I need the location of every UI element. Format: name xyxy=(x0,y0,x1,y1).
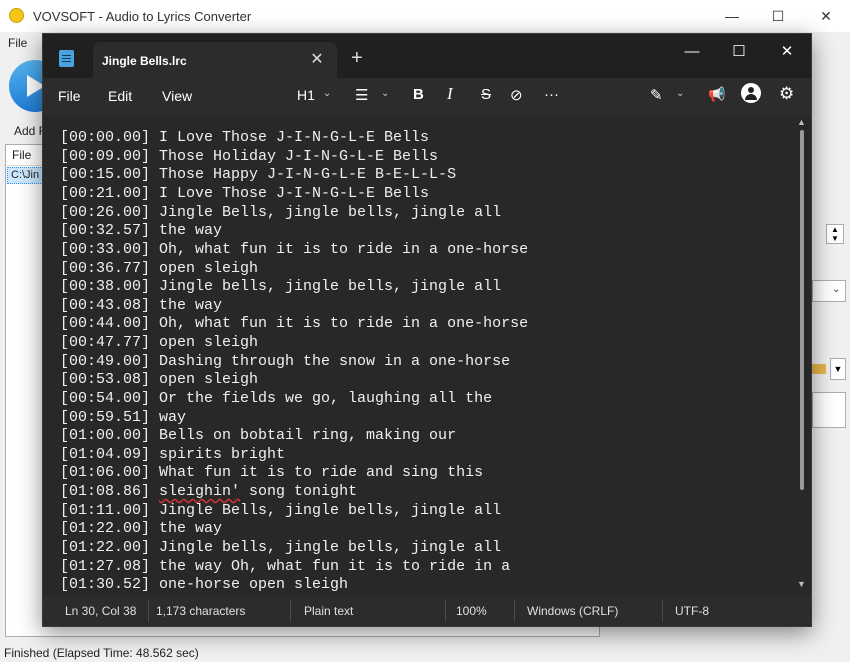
line-text: song tonight xyxy=(240,483,358,500)
status-divider xyxy=(290,600,291,622)
text-line: [00:26.00] Jingle Bells, jingle bells, j… xyxy=(60,204,502,221)
text-line: [01:22.00] the way xyxy=(60,520,223,537)
copilot-icon[interactable]: ✎ xyxy=(650,86,663,104)
text-line: [00:59.51] way xyxy=(60,409,187,426)
text-line: [01:27.08] the way Oh, what fun it is to… xyxy=(60,558,511,575)
minimize-button[interactable]: — xyxy=(669,38,715,66)
misspelled-word[interactable]: sleighin' xyxy=(159,483,240,500)
folder-icon[interactable] xyxy=(812,364,826,374)
format-indicator[interactable]: Plain text xyxy=(304,604,353,618)
text-line: [01:08.86] sleighin' song tonight xyxy=(60,483,357,500)
list-icon[interactable]: ☰ xyxy=(355,86,368,104)
menu-view[interactable]: View xyxy=(162,88,192,104)
status-divider xyxy=(662,600,663,622)
output-box xyxy=(812,392,846,428)
text-line: [00:32.57] the way xyxy=(60,222,223,239)
text-line: [00:54.00] Or the fields we go, laughing… xyxy=(60,390,493,407)
account-icon[interactable] xyxy=(741,83,761,103)
folder-dropdown-button[interactable]: ▼ xyxy=(830,358,846,380)
cursor-position[interactable]: Ln 30, Col 38 xyxy=(65,604,136,618)
text-line: [00:53.08] open sleigh xyxy=(60,371,259,388)
text-line: [01:22.00] Jingle bells, jingle bells, j… xyxy=(60,539,502,556)
chevron-down-icon[interactable]: ⌄ xyxy=(381,88,389,99)
scrollbar-thumb[interactable] xyxy=(800,130,804,490)
chevron-down-icon[interactable]: ⌄ xyxy=(676,88,684,99)
status-divider xyxy=(148,600,149,622)
text-line: [01:06.00] What fun it is to ride and si… xyxy=(60,464,484,481)
dropdown-select[interactable] xyxy=(812,280,846,302)
feedback-icon[interactable]: 📢 xyxy=(708,86,725,103)
more-options-icon[interactable]: ··· xyxy=(544,86,559,103)
tab-close-icon[interactable]: ✕ xyxy=(307,49,327,69)
text-line: [00:09.00] Those Holiday J-I-N-G-L-E Bel… xyxy=(60,148,439,165)
text-line: [00:15.00] Those Happy J-I-N-G-L-E B-E-L… xyxy=(60,166,457,183)
scroll-up-icon[interactable]: ▲ xyxy=(797,117,806,127)
file-column-header[interactable]: File xyxy=(12,148,31,162)
text-line: [00:49.00] Dashing through the snow in a… xyxy=(60,353,511,370)
notepad-icon xyxy=(59,50,74,67)
spinner-control[interactable]: ▲ ▼ xyxy=(826,224,844,244)
chevron-down-icon: ⌄ xyxy=(832,284,841,295)
text-line: [01:00.00] Bells on bobtail ring, making… xyxy=(60,427,457,444)
text-line: [00:43.08] the way xyxy=(60,297,223,314)
document-tab[interactable]: Jingle Bells.lrc ✕ xyxy=(93,42,337,78)
encoding[interactable]: UTF-8 xyxy=(675,604,709,618)
link-icon[interactable]: ⊘ xyxy=(510,86,523,104)
settings-icon[interactable]: ⚙ xyxy=(779,84,794,104)
chevron-down-icon[interactable]: ⌄ xyxy=(323,88,331,99)
app-logo-icon xyxy=(9,8,24,23)
maximize-button[interactable]: ☐ xyxy=(716,38,762,66)
bg-menu-file[interactable]: File xyxy=(8,36,27,50)
text-line: [00:44.00] Oh, what fun it is to ride in… xyxy=(60,315,529,332)
text-line: [01:11.00] Jingle Bells, jingle bells, j… xyxy=(60,502,502,519)
bg-close-button[interactable]: ✕ xyxy=(803,0,849,32)
text-line: [00:33.00] Oh, what fun it is to ride in… xyxy=(60,241,529,258)
character-count: 1,173 characters xyxy=(156,604,246,618)
strikethrough-button[interactable]: S xyxy=(481,86,491,103)
text-line: [00:38.00] Jingle bells, jingle bells, j… xyxy=(60,278,502,295)
status-divider xyxy=(445,600,446,622)
timestamp: [01:08.86] xyxy=(60,483,160,500)
tab-title: Jingle Bells.lrc xyxy=(102,54,187,68)
menu-file[interactable]: File xyxy=(58,88,81,104)
status-divider xyxy=(514,600,515,622)
line-ending[interactable]: Windows (CRLF) xyxy=(527,604,618,618)
close-button[interactable]: ✕ xyxy=(764,38,810,66)
status-text: Finished (Elapsed Time: 48.562 sec) xyxy=(4,646,199,660)
heading-button[interactable]: H1 xyxy=(297,87,315,103)
menu-edit[interactable]: Edit xyxy=(108,88,132,104)
new-tab-button[interactable]: + xyxy=(351,48,363,68)
file-list-row[interactable]: C:\Jin xyxy=(7,167,43,184)
bg-minimize-button[interactable]: — xyxy=(709,0,755,32)
zoom-level[interactable]: 100% xyxy=(456,604,487,618)
text-line: [00:00.00] I Love Those J-I-N-G-L-E Bell… xyxy=(60,129,430,146)
scroll-down-icon[interactable]: ▼ xyxy=(797,579,806,589)
italic-button[interactable]: I xyxy=(447,84,453,104)
text-line: [00:47.77] open sleigh xyxy=(60,334,259,351)
background-app-title: VOVSOFT - Audio to Lyrics Converter xyxy=(33,9,252,24)
text-line: [00:21.00] I Love Those J-I-N-G-L-E Bell… xyxy=(60,185,430,202)
bg-maximize-button[interactable]: ☐ xyxy=(755,0,801,32)
notepad-window: Jingle Bells.lrc ✕ + — ☐ ✕ File Edit Vie… xyxy=(42,33,812,627)
bold-button[interactable]: B xyxy=(413,86,424,103)
text-line: [01:30.52] one-horse open sleigh xyxy=(60,576,349,593)
text-line: [00:36.77] open sleigh xyxy=(60,260,259,277)
menu-bar xyxy=(43,78,811,116)
text-line: [01:04.09] spirits bright xyxy=(60,446,286,463)
